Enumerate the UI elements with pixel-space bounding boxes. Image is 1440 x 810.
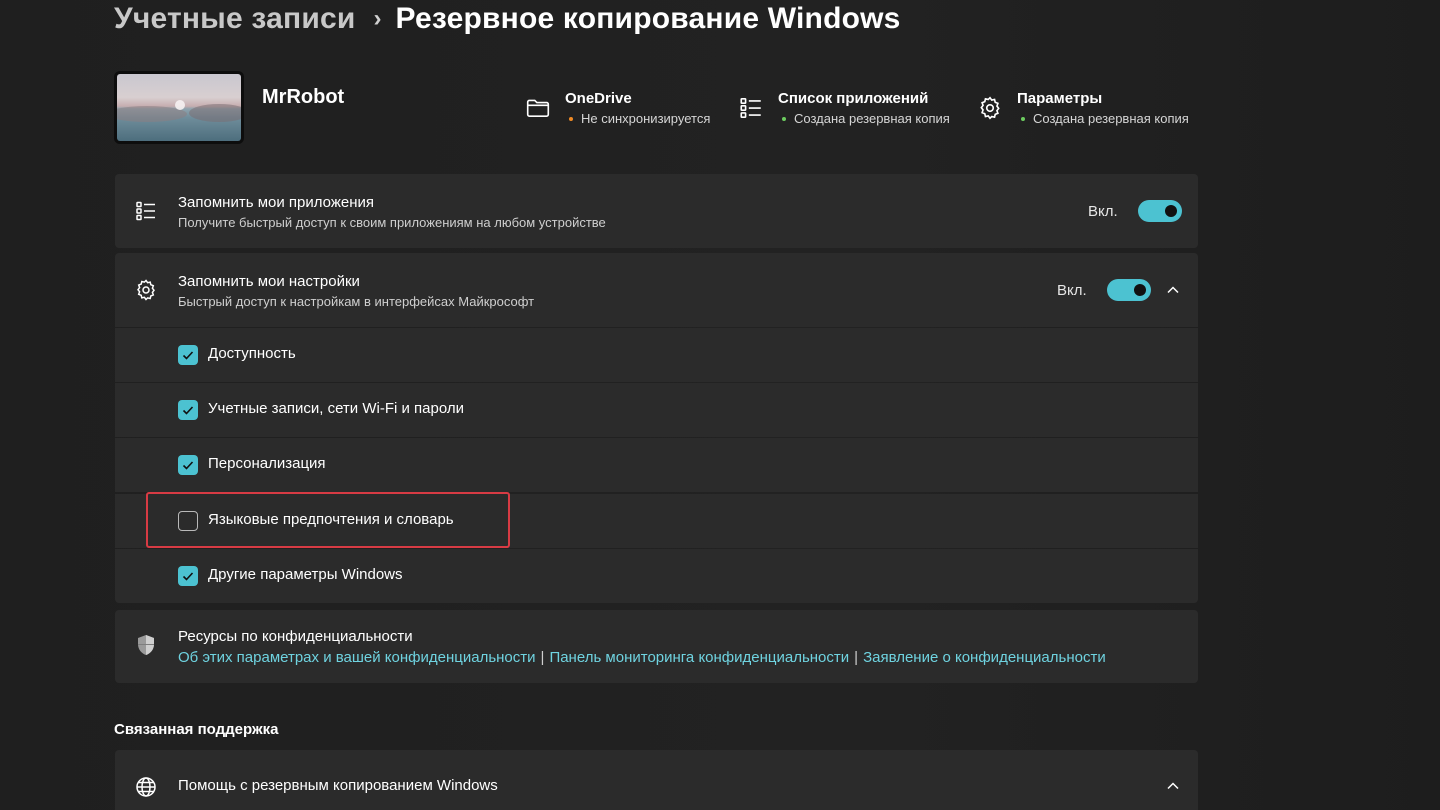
checkmark-icon: [182, 406, 194, 415]
gear-icon: [980, 96, 1000, 120]
privacy-links: Об этих параметрах и вашей конфиденциаль…: [178, 649, 1106, 666]
checkmark-icon: [182, 461, 194, 470]
folder-icon: [526, 99, 550, 117]
checkmark-icon: [182, 351, 194, 360]
checkbox-accounts-wifi[interactable]: [178, 400, 198, 420]
status-subtitle: Не синхронизируется: [581, 111, 711, 126]
chevron-up-icon[interactable]: [1165, 778, 1181, 794]
status-subtitle: Создана резервная копия: [794, 111, 950, 126]
breadcrumb: Учетные записи › Резервное копирование W…: [114, 0, 901, 38]
gear-icon: [137, 279, 155, 301]
privacy-link-statement[interactable]: Заявление о конфиденциальности: [863, 649, 1106, 666]
checkbox-personalization[interactable]: [178, 455, 198, 475]
avatar-image: [117, 74, 241, 141]
option-row-accounts-wifi[interactable]: Учетные записи, сети Wi-Fi и пароли: [115, 383, 1198, 437]
backup-help-card[interactable]: Помощь с резервным копированием Windows: [115, 750, 1198, 810]
list-icon: [740, 97, 761, 119]
privacy-card: Ресурсы по конфиденциальности Об этих па…: [115, 610, 1198, 683]
remember-settings-description: Быстрый доступ к настройкам в интерфейса…: [178, 294, 535, 309]
remember-apps-card: Запомнить мои приложения Получите быстры…: [115, 174, 1198, 248]
page-title: Резервное копирование Windows: [395, 2, 901, 35]
status-dot-ok: [1021, 117, 1025, 121]
username: MrRobot: [262, 86, 345, 108]
checkmark-icon: [182, 572, 194, 581]
option-row-personalization[interactable]: Персонализация: [115, 438, 1198, 492]
status-title: OneDrive: [565, 90, 632, 107]
backup-help-title: Помощь с резервным копированием Windows: [178, 777, 498, 794]
status-subtitle: Создана резервная копия: [1033, 111, 1189, 126]
checkbox-other-settings[interactable]: [178, 566, 198, 586]
remember-settings-toggle-label: Вкл.: [1057, 282, 1087, 299]
option-label: Персонализация: [208, 455, 326, 472]
option-row-other-settings[interactable]: Другие параметры Windows: [115, 549, 1198, 603]
highlight-box: [146, 492, 510, 548]
option-row-accessibility[interactable]: Доступность: [115, 328, 1198, 382]
breadcrumb-separator: ›: [373, 5, 382, 32]
status-dot-ok: [782, 117, 786, 121]
remember-apps-description: Получите быстрый доступ к своим приложен…: [178, 215, 606, 230]
globe-icon: [136, 777, 156, 797]
status-settings[interactable]: Параметры Создана резервная копия: [977, 88, 1189, 128]
option-label: Учетные записи, сети Wi-Fi и пароли: [208, 400, 464, 417]
shield-icon: [138, 635, 154, 655]
privacy-link-about[interactable]: Об этих параметрах и вашей конфиденциаль…: [178, 649, 536, 666]
remember-settings-card[interactable]: Запомнить мои настройки Быстрый доступ к…: [115, 253, 1198, 327]
remember-apps-title: Запомнить мои приложения: [178, 194, 374, 211]
option-label: Другие параметры Windows: [208, 566, 403, 583]
checkbox-accessibility[interactable]: [178, 345, 198, 365]
privacy-link-dashboard[interactable]: Панель мониторинга конфиденциальности: [549, 649, 849, 666]
status-title: Список приложений: [778, 90, 929, 107]
breadcrumb-parent-link[interactable]: Учетные записи: [114, 2, 356, 36]
remember-apps-toggle-label: Вкл.: [1088, 203, 1118, 220]
status-app-list[interactable]: Список приложений Создана резервная копи…: [738, 88, 950, 128]
remember-settings-title: Запомнить мои настройки: [178, 273, 360, 290]
avatar: [114, 71, 244, 144]
chevron-up-icon[interactable]: [1165, 282, 1181, 298]
remember-apps-toggle[interactable]: [1138, 200, 1182, 222]
remember-settings-toggle[interactable]: [1107, 279, 1151, 301]
status-onedrive[interactable]: OneDrive Не синхронизируется: [525, 88, 710, 128]
status-dot-warning: [569, 117, 573, 121]
list-icon: [136, 201, 155, 221]
privacy-title: Ресурсы по конфиденциальности: [178, 628, 413, 645]
status-title: Параметры: [1017, 90, 1103, 107]
related-support-heading: Связанная поддержка: [114, 721, 279, 738]
option-label: Доступность: [208, 345, 296, 362]
settings-page: Учетные записи › Резервное копирование W…: [0, 0, 1440, 810]
